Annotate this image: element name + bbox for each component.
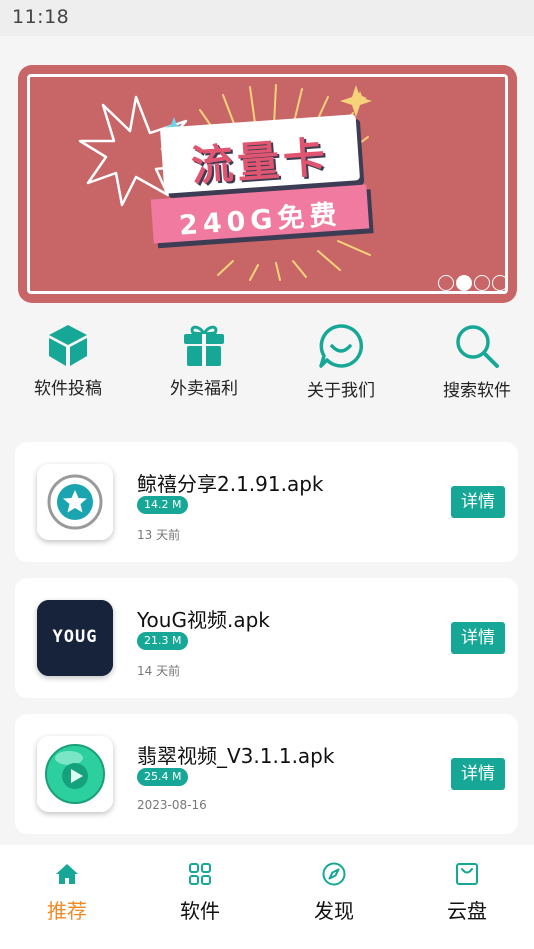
detail-button[interactable]: 详情 (451, 622, 505, 654)
app-date: 13 天前 (137, 528, 181, 542)
star-icon (37, 464, 113, 540)
quick-nav-welfare[interactable]: 外卖福利 (149, 322, 259, 399)
bottom-nav-discover[interactable]: 发现 (294, 861, 374, 924)
bottom-nav: 推荐 软件 发现 云盘 (0, 845, 534, 949)
quick-nav-submit[interactable]: 软件投稿 (13, 322, 123, 399)
home-icon (56, 864, 78, 884)
app-name: 翡翠视频_V3.1.1.apk (137, 744, 335, 768)
app-date: 14 天前 (137, 664, 181, 678)
bottom-nav-recommend[interactable]: 推荐 (27, 861, 107, 924)
gift-icon (184, 325, 224, 366)
search-icon (456, 325, 499, 368)
status-time: 11:18 (12, 6, 70, 28)
banner-dot[interactable] (474, 275, 490, 291)
banner-dot[interactable] (492, 275, 508, 291)
quick-nav-about[interactable]: 关于我们 (286, 322, 396, 401)
bottom-nav-software[interactable]: 软件 (160, 861, 240, 924)
bag-icon (456, 863, 478, 885)
status-bar: 11:18 (0, 0, 534, 36)
quick-nav-label: 外卖福利 (170, 379, 238, 399)
quick-nav-search[interactable]: 搜索软件 (422, 322, 532, 401)
bottom-nav-label: 发现 (314, 899, 354, 923)
app-icon (37, 464, 113, 540)
size-badge: 14.2 M (137, 496, 189, 514)
banner-pager[interactable] (438, 275, 508, 291)
app-card[interactable]: 鲸禧分享2.1.91.apk 14.2 M 13 天前 详情 (15, 442, 518, 562)
play-orb-icon (37, 736, 113, 812)
chat-icon (319, 324, 364, 368)
banner-dot-active[interactable] (456, 275, 472, 291)
quick-nav-label: 关于我们 (307, 381, 375, 401)
banner-dot[interactable] (438, 275, 454, 291)
detail-button[interactable]: 详情 (451, 758, 505, 790)
quick-nav-label: 软件投稿 (34, 379, 102, 399)
app-card[interactable]: 翡翠视频_V3.1.1.apk 25.4 M 2023-08-16 详情 (15, 714, 518, 834)
quick-nav: 软件投稿 外卖福利 关于我们 搜索软件 (0, 322, 534, 402)
bottom-nav-label: 软件 (180, 899, 220, 923)
youg-logo-text: YOUG (52, 627, 98, 647)
app-icon (37, 736, 113, 812)
compass-icon (322, 862, 346, 886)
app-date: 2023-08-16 (137, 798, 207, 812)
bottom-nav-cloud[interactable]: 云盘 (427, 861, 507, 924)
app-name: YouG视频.apk (137, 608, 270, 632)
app-icon: YOUG (37, 600, 113, 676)
size-badge: 25.4 M (137, 768, 189, 786)
bottom-nav-label: 云盘 (447, 899, 487, 923)
app-name: 鲸禧分享2.1.91.apk (137, 472, 324, 496)
grid-icon (189, 863, 211, 885)
app-card[interactable]: YOUG YouG视频.apk 21.3 M 14 天前 详情 (15, 578, 518, 698)
detail-button[interactable]: 详情 (451, 486, 505, 518)
cube-icon (49, 325, 87, 366)
bottom-nav-label: 推荐 (47, 899, 87, 923)
quick-nav-label: 搜索软件 (443, 381, 511, 401)
size-badge: 21.3 M (137, 632, 189, 650)
